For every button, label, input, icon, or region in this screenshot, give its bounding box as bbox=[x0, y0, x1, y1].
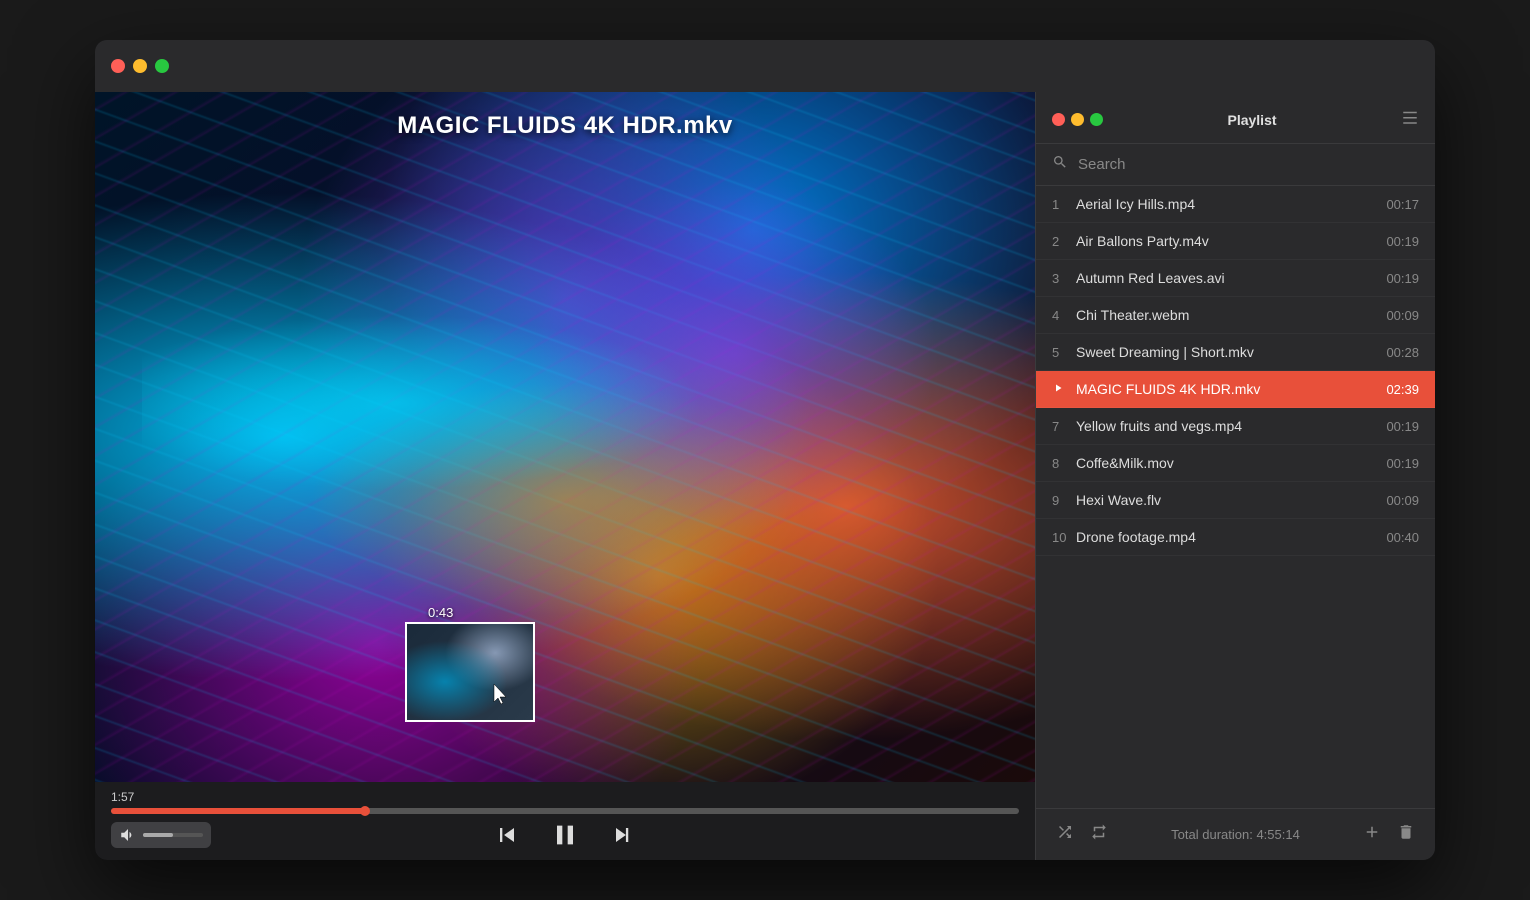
thumbnail-image bbox=[407, 624, 533, 720]
item-number: 1 bbox=[1052, 197, 1076, 212]
minimize-button[interactable] bbox=[133, 59, 147, 73]
playlist-item[interactable]: 7 Yellow fruits and vegs.mp4 00:19 bbox=[1036, 408, 1435, 445]
preview-timestamp: 0:43 bbox=[428, 605, 453, 620]
item-name: Hexi Wave.flv bbox=[1076, 492, 1378, 508]
pause-button[interactable] bbox=[545, 815, 585, 855]
item-number: 3 bbox=[1052, 271, 1076, 286]
item-name: Autumn Red Leaves.avi bbox=[1076, 270, 1378, 286]
item-duration: 00:17 bbox=[1386, 197, 1419, 212]
controls-left bbox=[111, 822, 211, 848]
item-name: Drone footage.mp4 bbox=[1076, 529, 1378, 545]
playlist-footer: Total duration: 4:55:14 bbox=[1036, 808, 1435, 860]
item-name: Coffe&Milk.mov bbox=[1076, 455, 1378, 471]
playlist-view-button[interactable] bbox=[1401, 108, 1419, 131]
app-window: MAGIC FLUIDS 4K HDR.mkv 0:43 1:57 bbox=[95, 40, 1435, 860]
main-content: MAGIC FLUIDS 4K HDR.mkv 0:43 1:57 bbox=[95, 92, 1435, 860]
item-number: 8 bbox=[1052, 456, 1076, 471]
item-duration: 00:09 bbox=[1386, 308, 1419, 323]
playlist-traffic-lights bbox=[1052, 113, 1103, 126]
shuffle-button[interactable] bbox=[1052, 819, 1078, 850]
traffic-lights bbox=[111, 59, 169, 73]
playlist-header: Playlist bbox=[1036, 92, 1435, 144]
time-display: 1:57 bbox=[111, 790, 1019, 804]
item-number: 5 bbox=[1052, 345, 1076, 360]
item-duration: 00:19 bbox=[1386, 419, 1419, 434]
repeat-button[interactable] bbox=[1086, 819, 1112, 850]
item-number: 4 bbox=[1052, 308, 1076, 323]
volume-fill bbox=[143, 833, 173, 837]
item-duration: 02:39 bbox=[1386, 382, 1419, 397]
next-button[interactable] bbox=[605, 817, 641, 853]
close-button[interactable] bbox=[111, 59, 125, 73]
play-icon bbox=[1052, 382, 1076, 397]
progress-area: 1:57 bbox=[111, 790, 1019, 814]
playlist-item[interactable]: 1 Aerial Icy Hills.mp4 00:17 bbox=[1036, 186, 1435, 223]
progress-track[interactable] bbox=[111, 808, 1019, 814]
video-controls: 1:57 bbox=[95, 782, 1035, 860]
playlist-item[interactable]: 2 Air Ballons Party.m4v 00:19 bbox=[1036, 223, 1435, 260]
total-duration: Total duration: 4:55:14 bbox=[1120, 827, 1351, 842]
playlist-item[interactable]: 4 Chi Theater.webm 00:09 bbox=[1036, 297, 1435, 334]
playlist-item[interactable]: 5 Sweet Dreaming | Short.mkv 00:28 bbox=[1036, 334, 1435, 371]
item-duration: 00:19 bbox=[1386, 234, 1419, 249]
video-area: MAGIC FLUIDS 4K HDR.mkv 0:43 1:57 bbox=[95, 92, 1035, 860]
item-name: Air Ballons Party.m4v bbox=[1076, 233, 1378, 249]
item-duration: 00:28 bbox=[1386, 345, 1419, 360]
item-name: Sweet Dreaming | Short.mkv bbox=[1076, 344, 1378, 360]
item-number: 7 bbox=[1052, 419, 1076, 434]
item-duration: 00:09 bbox=[1386, 493, 1419, 508]
controls-wrapper bbox=[111, 822, 1019, 848]
item-duration: 00:19 bbox=[1386, 271, 1419, 286]
video-title: MAGIC FLUIDS 4K HDR.mkv bbox=[95, 112, 1035, 140]
maximize-button[interactable] bbox=[155, 59, 169, 73]
item-number: 10 bbox=[1052, 530, 1076, 545]
item-duration: 00:40 bbox=[1386, 530, 1419, 545]
playlist-item[interactable]: MAGIC FLUIDS 4K HDR.mkv 02:39 bbox=[1036, 371, 1435, 408]
playlist-maximize-button[interactable] bbox=[1090, 113, 1103, 126]
item-name: MAGIC FLUIDS 4K HDR.mkv bbox=[1076, 381, 1378, 397]
playlist-item[interactable]: 10 Drone footage.mp4 00:40 bbox=[1036, 519, 1435, 556]
playlist-item[interactable]: 3 Autumn Red Leaves.avi 00:19 bbox=[1036, 260, 1435, 297]
prev-button[interactable] bbox=[489, 817, 525, 853]
progress-fill bbox=[111, 808, 365, 814]
controls-center bbox=[489, 815, 641, 855]
search-row bbox=[1036, 144, 1435, 186]
playlist-close-button[interactable] bbox=[1052, 113, 1065, 126]
thumbnail-preview bbox=[405, 622, 535, 722]
volume-slider[interactable] bbox=[143, 833, 203, 837]
search-icon bbox=[1052, 154, 1068, 175]
item-name: Yellow fruits and vegs.mp4 bbox=[1076, 418, 1378, 434]
playlist-title: Playlist bbox=[1227, 112, 1276, 128]
playlist-panel: Playlist 1 Ae bbox=[1035, 92, 1435, 860]
item-name: Aerial Icy Hills.mp4 bbox=[1076, 196, 1378, 212]
item-duration: 00:19 bbox=[1386, 456, 1419, 471]
video-background bbox=[95, 92, 1035, 782]
search-input[interactable] bbox=[1078, 156, 1419, 173]
delete-button[interactable] bbox=[1393, 819, 1419, 850]
add-button[interactable] bbox=[1359, 819, 1385, 850]
playlist-minimize-button[interactable] bbox=[1071, 113, 1084, 126]
playlist-items: 1 Aerial Icy Hills.mp4 00:17 2 Air Ballo… bbox=[1036, 186, 1435, 808]
item-number: 2 bbox=[1052, 234, 1076, 249]
volume-icon bbox=[119, 826, 137, 844]
item-number: 9 bbox=[1052, 493, 1076, 508]
item-name: Chi Theater.webm bbox=[1076, 307, 1378, 323]
volume-control[interactable] bbox=[111, 822, 211, 848]
playlist-item[interactable]: 9 Hexi Wave.flv 00:09 bbox=[1036, 482, 1435, 519]
playlist-item[interactable]: 8 Coffe&Milk.mov 00:19 bbox=[1036, 445, 1435, 482]
title-bar bbox=[95, 40, 1435, 92]
video-display: MAGIC FLUIDS 4K HDR.mkv 0:43 bbox=[95, 92, 1035, 782]
